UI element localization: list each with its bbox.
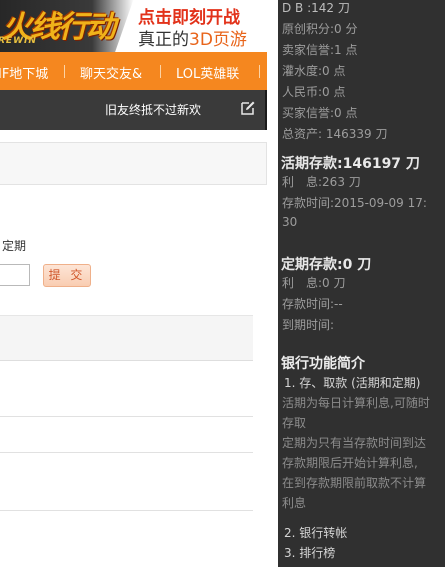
demand-interest: 利 息:263 刀 [282, 175, 361, 189]
stat-original-points: 原创积分:0 分 [282, 22, 358, 36]
intro-item-ranking: 3. 排行榜 [284, 546, 336, 560]
nav-separator [259, 65, 260, 78]
intro-desc: 定期为只有当存款时间到达 [282, 436, 427, 450]
fixed-interest: 利 息:0 刀 [282, 276, 346, 290]
table-row [0, 416, 253, 417]
demand-deposit-time-cont: 30 [282, 215, 298, 229]
intro-desc: 活期为每日计算利息,可随时 [282, 396, 430, 410]
intro-desc: 存取 [282, 416, 307, 430]
intro-desc: 利息 [282, 496, 307, 510]
fixed-deposit-title: 定期存款:0 刀 [281, 257, 372, 273]
main-nav: IF地下城 聊天交友& LOL英雄联 [0, 52, 267, 90]
nav-item-lol[interactable]: LOL英雄联 [176, 63, 239, 82]
user-motto: 旧友终抵不过新欢 [105, 103, 202, 117]
stat-db: D B :142 刀 [282, 1, 350, 15]
nav-separator [64, 65, 65, 78]
intro-item-deposit: 1. 存、取款 (活期和定期) [284, 376, 421, 390]
stat-total-assets: 总资产: 146339 刀 [282, 127, 388, 141]
nav-item-chat[interactable]: 聊天交友& [80, 63, 142, 82]
user-status-bar: 旧友终抵不过新欢 [0, 90, 267, 130]
bank-intro-heading: 银行功能简介 [281, 356, 365, 372]
bank-sidebar: D B :142 刀 原创积分:0 分 卖家信誉:1 点 灌水度:0 点 人民币… [278, 0, 445, 567]
submit-button[interactable]: 提 交 [43, 264, 91, 287]
tabs-bar [0, 142, 267, 185]
fixed-deposit-time: 存款时间:-- [282, 297, 343, 311]
table-row [0, 452, 253, 453]
demand-deposit-title: 活期存款:146197 刀 [281, 156, 420, 172]
nav-separator [160, 65, 161, 78]
promo-subline-highlight: 3D页游 [189, 30, 247, 50]
bank-content: 定期 提 交 [0, 130, 267, 567]
records-table-header [0, 315, 253, 361]
fixed-due-time: 到期时间: [282, 318, 335, 332]
stat-seller-credit: 卖家信誉:1 点 [282, 43, 358, 57]
promo-subline[interactable]: 真正的3D页游 [138, 25, 247, 50]
demand-deposit-time: 存款时间:2015-09-09 17: [282, 196, 427, 210]
intro-desc: 存款期限后开始计算利息, [282, 456, 418, 470]
nav-item-dungeon[interactable]: IF地下城 [0, 63, 48, 82]
stat-rmb: 人民币:0 点 [282, 85, 346, 99]
ad-banner[interactable]: 火线行动 REWIN 点击即刻开战 真正的3D页游 [0, 0, 267, 52]
amount-input[interactable] [0, 264, 30, 286]
table-row [0, 510, 253, 511]
deposit-type-fixed-label[interactable]: 定期 [2, 237, 26, 254]
intro-item-transfer: 2. 银行转帐 [284, 526, 348, 540]
promo-subline-prefix: 真正的 [138, 30, 189, 50]
edit-icon[interactable] [240, 100, 256, 116]
stat-buyer-credit: 买家信誉:0 点 [282, 106, 358, 120]
logo-subtext: REWIN [0, 36, 37, 46]
stat-post-level: 灌水度:0 点 [282, 64, 346, 78]
game-logo[interactable]: 火线行动 REWIN [0, 0, 134, 52]
intro-desc: 在到存款期限前取款不计算 [282, 476, 427, 490]
